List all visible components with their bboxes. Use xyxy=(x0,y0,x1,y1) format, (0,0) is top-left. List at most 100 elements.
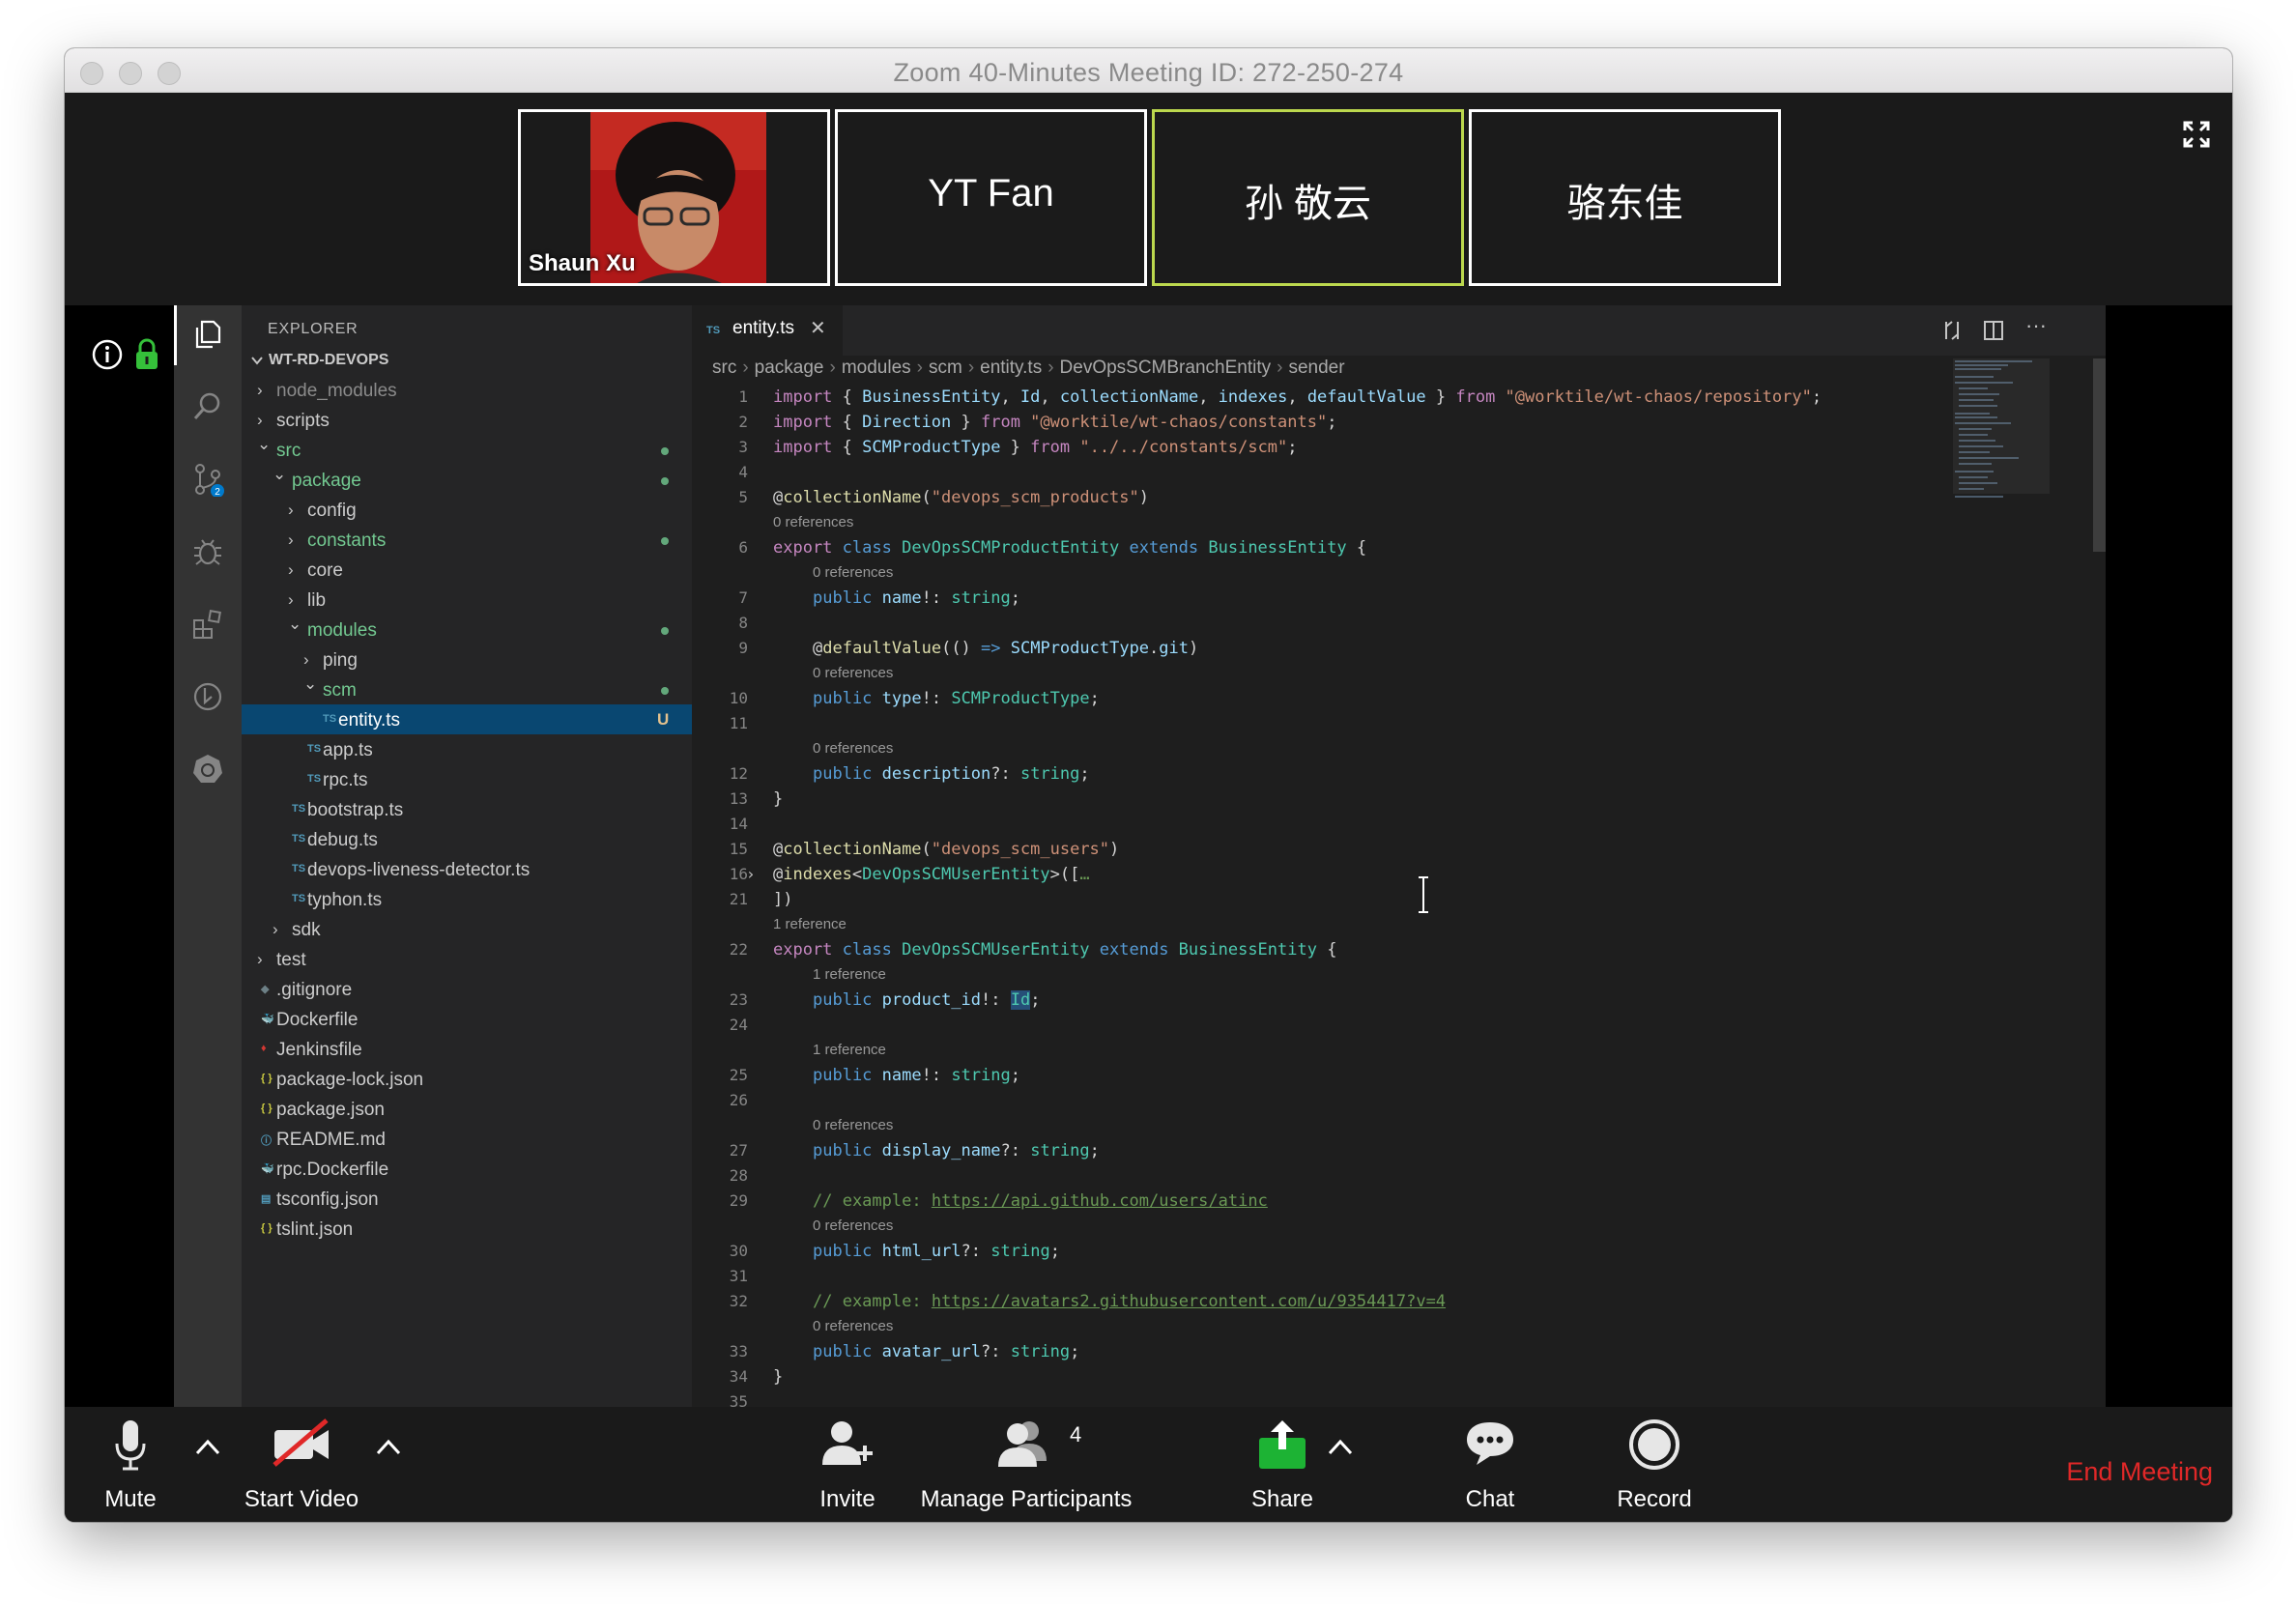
code-token: { xyxy=(1346,538,1367,558)
tab-bar: TS entity.ts ✕ ··· xyxy=(692,305,2106,356)
tree-folder[interactable]: › ping xyxy=(242,644,692,674)
tree-file[interactable]: TS typhon.ts xyxy=(242,884,692,914)
tree-folder[interactable]: ⌄ modules xyxy=(242,615,692,644)
line-number: 6 xyxy=(738,538,748,557)
tree-file[interactable]: 🐳 Dockerfile xyxy=(242,1004,692,1034)
code-token: ; xyxy=(1030,990,1041,1010)
kubernetes-icon[interactable] xyxy=(190,752,225,787)
record-button[interactable]: Record xyxy=(1606,1417,1703,1513)
tree-folder[interactable]: › test xyxy=(242,944,692,974)
tree-item-label: constants xyxy=(307,530,387,551)
code-token: description xyxy=(881,764,991,784)
end-meeting-button[interactable]: End Meeting xyxy=(2066,1457,2213,1487)
editor-scrollbar[interactable] xyxy=(2093,358,2106,552)
tree-folder[interactable]: › scripts xyxy=(242,405,692,435)
participant-tile-4[interactable]: 骆东佳 xyxy=(1469,109,1781,286)
breadcrumb-item[interactable]: scm xyxy=(929,358,962,378)
code-lens-references[interactable]: 1 reference xyxy=(813,966,886,983)
tree-item-label: core xyxy=(307,560,343,581)
code-token: product_id xyxy=(881,990,982,1010)
docker-file-icon: 🐳 xyxy=(261,1163,274,1175)
explorer-icon[interactable] xyxy=(190,317,225,352)
code-lens-references[interactable]: 0 references xyxy=(773,514,853,530)
window-title: Zoom 40-Minutes Meeting ID: 272-250-274 xyxy=(893,58,1404,87)
tree-file[interactable]: TS devops-liveness-detector.ts xyxy=(242,854,692,884)
tree-folder[interactable]: › config xyxy=(242,495,692,525)
participant-tile-active-speaker[interactable]: 孙 敬云 xyxy=(1152,109,1464,286)
code-lens-references[interactable]: 0 references xyxy=(813,564,893,581)
code-token: "@worktile/wt-chaos/repository" xyxy=(1505,387,1812,407)
code-lens-references[interactable]: 0 references xyxy=(813,1318,893,1334)
tree-file[interactable]: TS debug.ts xyxy=(242,824,692,854)
tree-file[interactable]: { } tslint.json xyxy=(242,1214,692,1244)
code-lens-references[interactable]: 1 reference xyxy=(773,916,847,932)
tree-file[interactable]: ⓘ README.md xyxy=(242,1124,692,1154)
tree-file[interactable]: ▤ tsconfig.json xyxy=(242,1184,692,1214)
share-options-caret-icon[interactable] xyxy=(1326,1436,1355,1457)
chevron-down-icon: ⌄ xyxy=(273,465,287,483)
share-screen-button[interactable]: Share xyxy=(1234,1417,1331,1513)
breadcrumb-item[interactable]: entity.ts xyxy=(980,358,1042,378)
tree-file[interactable]: ◆ .gitignore xyxy=(242,974,692,1004)
invite-button[interactable]: Invite xyxy=(799,1417,896,1513)
code-token: } xyxy=(951,413,981,432)
tree-folder[interactable]: › node_modules xyxy=(242,375,692,405)
tree-file[interactable]: { } package.json xyxy=(242,1094,692,1124)
open-changes-icon[interactable] xyxy=(1940,319,1964,342)
code-token: collectionName xyxy=(783,488,922,507)
tab-entity-ts[interactable]: TS entity.ts ✕ xyxy=(692,305,843,356)
breadcrumb-item[interactable]: modules xyxy=(842,358,911,378)
tree-file[interactable]: TS rpc.ts xyxy=(242,764,692,794)
minimap[interactable] xyxy=(1953,358,2050,513)
code-token: , xyxy=(1287,387,1307,407)
close-tab-icon[interactable]: ✕ xyxy=(810,316,826,340)
breadcrumb-item[interactable]: DevOpsSCMBranchEntity xyxy=(1060,358,1272,378)
tree-folder[interactable]: ⌄ src xyxy=(242,435,692,465)
code-lens-references[interactable]: 0 references xyxy=(813,1117,893,1133)
mute-button[interactable]: Mute xyxy=(84,1417,177,1513)
participant-tile-yt-fan[interactable]: YT Fan xyxy=(835,109,1147,286)
tree-file[interactable]: { } package-lock.json xyxy=(242,1064,692,1094)
tree-file[interactable]: 🐳 rpc.Dockerfile xyxy=(242,1154,692,1184)
audio-options-caret-icon[interactable] xyxy=(193,1436,222,1457)
workspace-root-folder[interactable]: WT-RD-DEVOPS xyxy=(242,346,692,375)
debug-icon[interactable] xyxy=(190,534,225,569)
code-lens-references[interactable]: 0 references xyxy=(813,665,893,681)
timeline-icon[interactable] xyxy=(190,679,225,714)
tree-folder[interactable]: ⌄ package xyxy=(242,465,692,495)
folded-region-chevron-icon[interactable]: › xyxy=(746,865,756,883)
breadcrumb-item[interactable]: src xyxy=(712,358,736,378)
code-lens-references[interactable]: 0 references xyxy=(813,740,893,757)
code-token: html_url xyxy=(881,1242,961,1261)
tree-folder[interactable]: › constants xyxy=(242,525,692,555)
code-lens-references[interactable]: 1 reference xyxy=(813,1042,886,1058)
code-lens-references[interactable]: 0 references xyxy=(813,1217,893,1234)
tree-file[interactable]: TS bootstrap.ts xyxy=(242,794,692,824)
tree-file[interactable]: TS app.ts xyxy=(242,734,692,764)
chat-button[interactable]: Chat xyxy=(1442,1417,1538,1513)
breadcrumb-item[interactable]: package xyxy=(755,358,824,378)
source-control-icon[interactable]: 2 xyxy=(190,462,225,497)
ts-file-icon: TS xyxy=(307,743,322,755)
start-video-button[interactable]: Start Video xyxy=(234,1417,369,1513)
code-line: } xyxy=(773,1367,783,1387)
manage-participants-button[interactable]: Manage Participants xyxy=(915,1417,1137,1513)
extensions-icon[interactable] xyxy=(190,607,225,642)
tree-folder[interactable]: › core xyxy=(242,555,692,585)
share-info-icon[interactable] xyxy=(91,338,124,371)
microphone-icon xyxy=(115,1420,146,1471)
tree-folder[interactable]: ⌄ scm xyxy=(242,674,692,704)
tree-file[interactable]: TS entity.ts U xyxy=(242,704,692,734)
tree-file[interactable]: ♦ Jenkinsfile xyxy=(242,1034,692,1064)
more-actions-icon[interactable]: ··· xyxy=(2025,313,2047,338)
tree-folder[interactable]: › lib xyxy=(242,585,692,615)
fullscreen-icon[interactable] xyxy=(2182,120,2211,149)
breadcrumb-item[interactable]: sender xyxy=(1288,358,1344,378)
video-options-caret-icon[interactable] xyxy=(374,1436,403,1457)
line-number: 27 xyxy=(729,1141,748,1160)
participant-tile-shaun-xu[interactable]: Shaun Xu xyxy=(518,109,830,286)
split-editor-icon[interactable] xyxy=(1982,319,2005,342)
tree-folder[interactable]: › sdk xyxy=(242,914,692,944)
search-icon[interactable] xyxy=(190,389,225,424)
chat-bubble-icon xyxy=(1467,1422,1513,1465)
